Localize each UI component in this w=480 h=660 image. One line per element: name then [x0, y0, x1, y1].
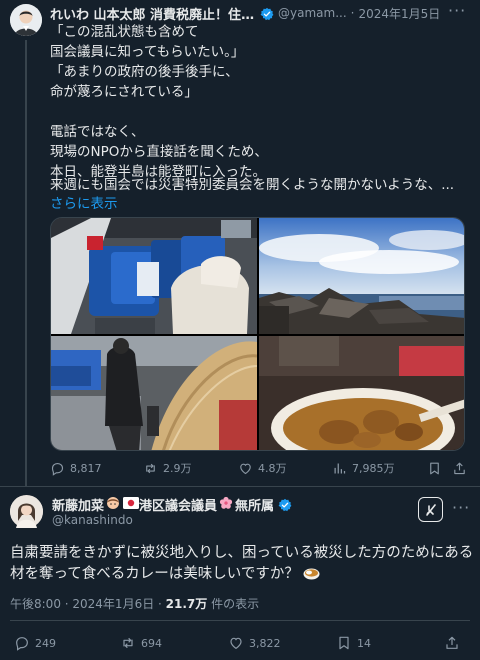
tweet-text-line-2: 材を奪って食べるカレーは美味しいですか？	[10, 564, 472, 585]
tweet-text-span: 材を奪って食べるカレーは美味しいですか？	[10, 566, 299, 582]
share-icon	[446, 636, 458, 649]
author-affiliation[interactable]: 無所属	[235, 495, 274, 514]
reply-icon	[51, 462, 64, 476]
reply-button[interactable]: 249	[14, 635, 56, 651]
tweet-text-line: 電話ではなく、	[50, 124, 145, 140]
repost-count: 2.9万	[163, 462, 192, 475]
tweet2-name-row: 新藤加菜 港区議会議員 無所属	[52, 495, 292, 514]
author-title[interactable]: 港区議会議員	[139, 495, 217, 514]
show-more-link[interactable]: さらに表示	[50, 192, 118, 212]
tweet2-meta: 午後8:00 · 2024年1月6日 · 21.7万 件の表示	[10, 595, 259, 612]
tweet2-text: 自粛要請をきかずに被災地入りし、困っている被災した方のためにある食 材を奪って食…	[10, 543, 472, 585]
tweet2-actions: 249 694 3,822 14	[10, 635, 470, 655]
tweet-timestamp[interactable]: 午後8:00 · 2024年1月6日 ·	[10, 597, 166, 611]
tweet-text-line: 現場のNPOから直接話を聞くため、	[50, 144, 268, 160]
bookmark-button[interactable]: 14	[336, 635, 371, 651]
avatar-shindo[interactable]	[10, 495, 43, 528]
girl-emoji-icon	[106, 496, 120, 513]
photo-collapsed-houses-sea[interactable]	[259, 218, 464, 334]
tweet-shindo[interactable]: 新藤加菜 港区議会議員 無所属 @kanashindo ··· 自粛要請をきかず…	[0, 486, 480, 660]
verified-badge-icon	[278, 497, 292, 512]
like-count: 3,822	[249, 636, 281, 650]
tweet-text-line: 「この混乱状態も含めて	[50, 24, 199, 40]
tweet-text-line: 国会議員に知ってもらいたい。」	[50, 44, 245, 60]
tweet-date[interactable]: 2024年1月5日	[358, 5, 440, 22]
author-name[interactable]: れいわ 山本太郎 消費税廃止！住ま...	[50, 4, 256, 23]
share-button[interactable]	[452, 461, 467, 476]
author-handle[interactable]: @yamam...	[278, 6, 347, 20]
repost-button[interactable]: 2.9万	[143, 460, 192, 476]
verified-badge-icon	[260, 6, 274, 21]
bookmark-button[interactable]	[427, 461, 442, 476]
views-count: 21.7万	[165, 597, 208, 611]
tweet-yamamoto[interactable]: れいわ 山本太郎 消費税廃止！住ま... @yamam... · 2024年1月…	[0, 0, 480, 486]
like-icon	[240, 463, 251, 474]
curry-icon	[303, 568, 320, 584]
author-handle[interactable]: @kanashindo	[52, 513, 133, 527]
cherry-blossom-icon	[219, 496, 233, 513]
tweet-text-line: 来週にも国会では災害特別委員会を開くような開かないような、...	[50, 177, 455, 193]
share-button[interactable]	[444, 635, 460, 651]
reply-count: 249	[35, 636, 56, 650]
reply-icon	[16, 637, 28, 651]
repost-icon	[123, 637, 133, 649]
japan-flag-icon	[123, 496, 140, 512]
more-icon[interactable]: ···	[448, 2, 466, 20]
bookmark-count: 14	[357, 636, 371, 650]
tweet1-header: れいわ 山本太郎 消費税廃止！住ま... @yamam... · 2024年1月…	[50, 4, 470, 23]
repost-icon	[146, 463, 155, 473]
reply-count: 8,817	[70, 461, 102, 475]
like-button[interactable]: 3,822	[228, 635, 281, 651]
bookmark-icon	[339, 636, 349, 650]
photo-people-tent[interactable]	[51, 336, 257, 450]
avatar-yamamoto[interactable]	[10, 4, 42, 36]
grok-icon	[425, 503, 436, 516]
repost-count: 694	[141, 636, 162, 650]
separator-dot: ·	[350, 6, 355, 20]
more-icon[interactable]: ···	[452, 498, 470, 517]
tweet-text-line: 自粛要請をきかずに被災地入りし、困っている被災した方のためにある食	[10, 545, 472, 561]
author-name[interactable]: 新藤加菜	[52, 495, 104, 514]
like-icon	[230, 637, 242, 650]
like-count: 4.8万	[258, 462, 287, 475]
like-button[interactable]: 4.8万	[238, 460, 287, 476]
views-count: 7,985万	[352, 462, 395, 475]
tweet1-actions: 8,817 2.9万 4.8万 7,985万	[50, 458, 468, 478]
bookmark-icon	[430, 462, 439, 474]
repost-button[interactable]: 694	[120, 635, 162, 651]
media-grid	[50, 217, 465, 451]
tweet-text-line: 「あまりの政府の後手後手に、	[50, 64, 239, 80]
tweet-text-line: 命が蔑ろにされている」	[50, 84, 198, 100]
photo-curry-bowl[interactable]	[259, 336, 464, 450]
tweet1-text: 「この混乱状態も含めて 国会議員に知ってもらいたい。」 「あまりの政府の後手後手…	[50, 22, 460, 182]
divider	[10, 620, 470, 621]
grok-button[interactable]	[418, 497, 443, 522]
views-button[interactable]: 7,985万	[332, 460, 395, 476]
reply-button[interactable]: 8,817	[50, 461, 102, 476]
share-icon	[454, 462, 465, 474]
views-icon	[334, 463, 346, 473]
photo-car-supplies[interactable]	[51, 218, 257, 334]
thread-connector-line	[25, 40, 27, 486]
views-label: 件の表示	[207, 597, 260, 611]
